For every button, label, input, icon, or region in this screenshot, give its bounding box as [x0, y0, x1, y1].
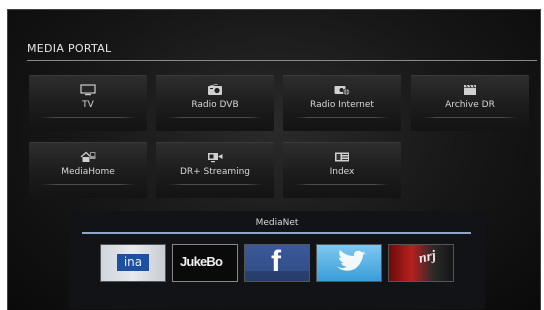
- tile-dr-streaming[interactable]: DR+ Streaming: [156, 142, 274, 198]
- tile-label: Radio DVB: [191, 100, 239, 110]
- jukebox-logo: JukeBo: [180, 254, 223, 269]
- app-nrj[interactable]: nrj: [388, 244, 454, 282]
- tile-label: Radio Internet: [310, 100, 374, 110]
- facebook-logo: f: [271, 245, 281, 278]
- tile-underline: [168, 117, 262, 118]
- medianet-divider: [82, 232, 471, 234]
- radio-icon: [208, 84, 222, 95]
- nrj-logo: nrj: [417, 248, 438, 267]
- tile-archive-dr[interactable]: Archive DR: [411, 75, 529, 131]
- index-icon: [335, 152, 349, 162]
- tile-label: MediaHome: [61, 167, 115, 177]
- tv-icon: [80, 84, 96, 96]
- archive-icon: [464, 84, 476, 95]
- tile-radio-internet[interactable]: Radio Internet: [283, 75, 401, 131]
- media-home-icon: [80, 151, 96, 162]
- app-twitter[interactable]: [316, 244, 382, 282]
- tile-label: DR+ Streaming: [179, 167, 251, 177]
- medianet-panel: MediaNet ina JukeBo f nrj: [69, 211, 485, 309]
- tile-label: TV: [82, 100, 94, 110]
- page-title: MEDIA PORTAL: [27, 42, 112, 55]
- tile-label: Index: [329, 167, 355, 177]
- streaming-icon: [208, 153, 223, 163]
- tile-radio-dvb[interactable]: Radio DVB: [156, 75, 274, 131]
- tile-label: Archive DR: [445, 100, 495, 110]
- app-facebook[interactable]: f: [244, 244, 310, 282]
- title-divider: [27, 60, 537, 61]
- tile-mediahome[interactable]: MediaHome: [29, 142, 147, 198]
- app-ina[interactable]: ina: [100, 244, 166, 282]
- tile-underline: [295, 184, 389, 185]
- tile-underline: [41, 184, 135, 185]
- twitter-bird-icon: [337, 250, 366, 271]
- ina-logo: ina: [117, 254, 149, 271]
- internet-radio-icon: [334, 86, 350, 96]
- tile-underline: [423, 117, 517, 118]
- tile-underline: [168, 184, 262, 185]
- tile-underline: [295, 117, 389, 118]
- medianet-title: MediaNet: [255, 218, 299, 228]
- app-jukebox[interactable]: JukeBo: [172, 244, 238, 282]
- tile-tv[interactable]: TV: [29, 75, 147, 131]
- tile-index[interactable]: Index: [283, 142, 401, 198]
- tile-underline: [41, 117, 135, 118]
